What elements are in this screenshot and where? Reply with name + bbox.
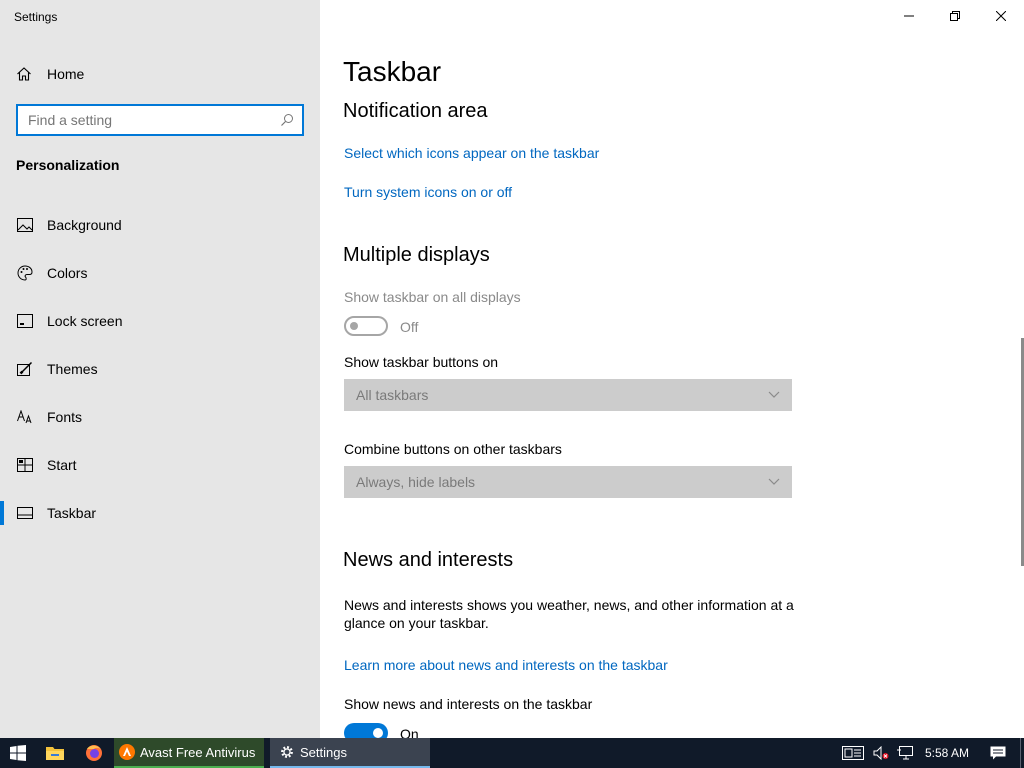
search-input[interactable]: [26, 111, 280, 129]
network-button[interactable]: [892, 738, 918, 768]
main-content: Taskbar Notification area Select which i…: [320, 0, 1024, 743]
toggle-knob: [373, 728, 383, 738]
sidebar-item-lock-screen[interactable]: Lock screen: [0, 301, 320, 341]
sidebar: Settings Home Personalization Background…: [0, 0, 320, 738]
sidebar-item-background[interactable]: Background: [0, 205, 320, 245]
show-all-displays-toggle[interactable]: [344, 316, 388, 336]
notification-icon: [990, 746, 1006, 760]
firefox-icon: [86, 745, 102, 761]
news-interests-heading: News and interests: [343, 549, 514, 571]
volume-button[interactable]: [870, 738, 892, 768]
firefox-button[interactable]: [74, 738, 114, 768]
avast-icon: [119, 744, 135, 760]
palette-icon: [17, 265, 33, 281]
sidebar-item-label: Colors: [47, 265, 88, 281]
news-widget-button[interactable]: [836, 738, 870, 768]
select-icons-link[interactable]: Select which icons appear on the taskbar: [344, 145, 599, 161]
sidebar-item-colors[interactable]: Colors: [0, 253, 320, 293]
taskbar: Avast Free Antivirus Settings 5:58 AM: [0, 738, 1024, 768]
minimize-icon: [904, 15, 914, 17]
chevron-down-icon: [768, 391, 780, 398]
file-explorer-button[interactable]: [36, 738, 74, 768]
news-icon: [842, 746, 864, 760]
sidebar-item-taskbar[interactable]: Taskbar: [0, 493, 320, 533]
system-icons-link[interactable]: Turn system icons on or off: [344, 184, 512, 200]
folder-icon: [46, 747, 64, 760]
restore-icon: [950, 11, 960, 21]
section-title: Personalization: [16, 157, 120, 173]
sidebar-item-label: Taskbar: [47, 505, 97, 521]
combine-buttons-dropdown[interactable]: Always, hide labels: [344, 466, 792, 498]
home-icon: [17, 67, 31, 81]
windows-logo-icon: [10, 745, 26, 761]
sidebar-item-fonts[interactable]: Fonts: [0, 397, 320, 437]
chevron-down-icon: [768, 478, 780, 485]
action-center-button[interactable]: [976, 738, 1020, 768]
taskbar-app-label: Avast Free Antivirus: [140, 744, 256, 760]
learn-more-link[interactable]: Learn more about news and interests on t…: [344, 657, 668, 673]
show-all-displays-label: Show taskbar on all displays: [344, 289, 521, 305]
gear-icon: [281, 746, 293, 758]
buttons-on-dropdown[interactable]: All taskbars: [344, 379, 792, 411]
taskbar-app-settings[interactable]: Settings: [270, 738, 430, 768]
dropdown-value: Always, hide labels: [356, 474, 476, 490]
taskbar-app-avast[interactable]: Avast Free Antivirus: [114, 738, 264, 768]
image-icon: [17, 217, 33, 233]
start-icon: [17, 457, 33, 473]
buttons-on-label: Show taskbar buttons on: [344, 354, 499, 370]
sidebar-item-label: Start: [47, 457, 77, 473]
news-description: News and interests shows you weather, ne…: [344, 597, 794, 631]
system-tray: 5:58 AM: [836, 738, 1024, 768]
toggle-knob: [350, 322, 358, 330]
volume-muted-icon: [873, 746, 889, 760]
taskbar-app-label: Settings: [300, 744, 347, 760]
home-label: Home: [47, 66, 85, 82]
sidebar-item-themes[interactable]: Themes: [0, 349, 320, 389]
show-desktop-button[interactable]: [1020, 738, 1024, 768]
clock[interactable]: 5:58 AM: [918, 746, 976, 760]
start-button[interactable]: [0, 738, 36, 768]
lock-screen-icon: [17, 313, 33, 329]
search-icon[interactable]: [280, 113, 294, 127]
minimize-button[interactable]: [886, 0, 932, 32]
sidebar-item-label: Lock screen: [47, 313, 123, 329]
show-all-displays-state: Off: [400, 319, 419, 335]
app-title: Settings: [14, 10, 58, 24]
sidebar-item-label: Fonts: [47, 409, 83, 425]
sidebar-item-label: Themes: [47, 361, 98, 377]
close-button[interactable]: [978, 0, 1024, 32]
restore-button[interactable]: [932, 0, 978, 32]
home-nav-item[interactable]: Home: [16, 64, 84, 84]
sidebar-item-label: Background: [47, 217, 122, 233]
show-news-label: Show news and interests on the taskbar: [344, 696, 593, 712]
taskbar-icon: [17, 505, 33, 521]
combine-buttons-label: Combine buttons on other taskbars: [344, 441, 562, 457]
network-icon: [897, 746, 913, 760]
dropdown-value: All taskbars: [356, 387, 429, 403]
font-icon: [17, 409, 33, 425]
multiple-displays-heading: Multiple displays: [343, 244, 490, 266]
notification-area-heading: Notification area: [343, 100, 488, 122]
close-icon: [996, 11, 1006, 21]
brush-icon: [17, 361, 33, 377]
page-title: Taskbar: [343, 56, 442, 87]
search-box[interactable]: [16, 104, 304, 136]
sidebar-item-start[interactable]: Start: [0, 445, 320, 485]
